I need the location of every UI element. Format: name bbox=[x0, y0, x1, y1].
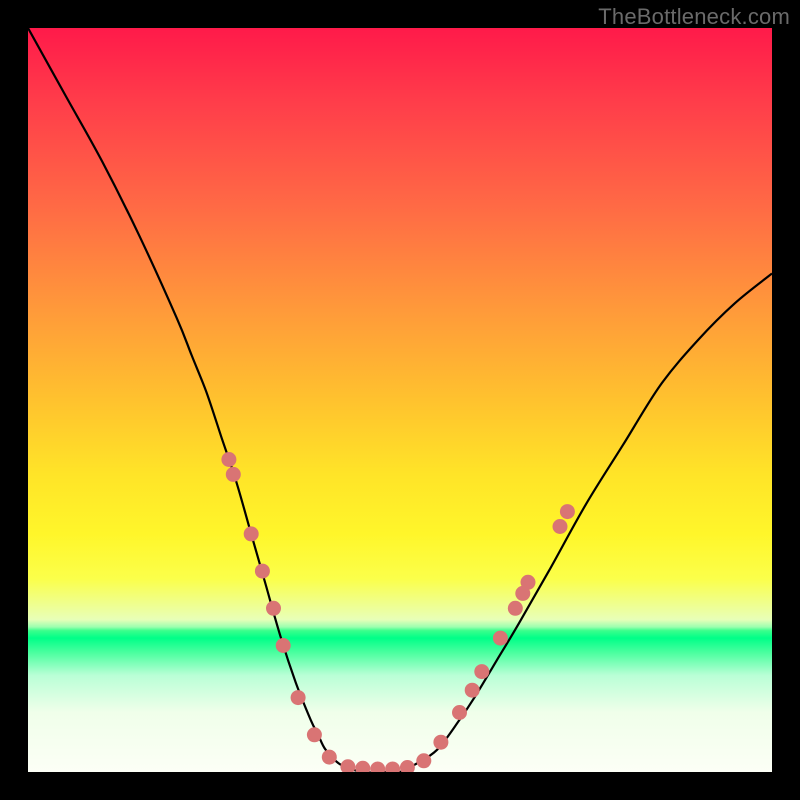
marker-dot bbox=[340, 759, 355, 772]
marker-dot bbox=[385, 762, 400, 773]
marker-dot bbox=[276, 638, 291, 653]
marker-dot bbox=[244, 526, 259, 541]
marker-dot bbox=[553, 519, 568, 534]
marker-dot bbox=[521, 575, 536, 590]
marker-dot bbox=[508, 601, 523, 616]
chart-svg bbox=[28, 28, 772, 772]
outer-frame: TheBottleneck.com bbox=[0, 0, 800, 800]
marker-group bbox=[221, 452, 575, 772]
marker-dot bbox=[416, 753, 431, 768]
marker-dot bbox=[307, 727, 322, 742]
marker-dot bbox=[370, 762, 385, 773]
marker-dot bbox=[560, 504, 575, 519]
marker-dot bbox=[452, 705, 467, 720]
bottleneck-curve bbox=[28, 28, 772, 772]
marker-dot bbox=[400, 760, 415, 772]
marker-dot bbox=[255, 564, 270, 579]
marker-dot bbox=[266, 601, 281, 616]
marker-dot bbox=[465, 683, 480, 698]
marker-dot bbox=[474, 664, 489, 679]
marker-dot bbox=[493, 631, 508, 646]
marker-dot bbox=[291, 690, 306, 705]
marker-dot bbox=[221, 452, 236, 467]
marker-dot bbox=[322, 750, 337, 765]
marker-dot bbox=[433, 735, 448, 750]
watermark-text: TheBottleneck.com bbox=[598, 4, 790, 30]
marker-dot bbox=[226, 467, 241, 482]
marker-dot bbox=[355, 761, 370, 772]
chart-plot-area bbox=[28, 28, 772, 772]
